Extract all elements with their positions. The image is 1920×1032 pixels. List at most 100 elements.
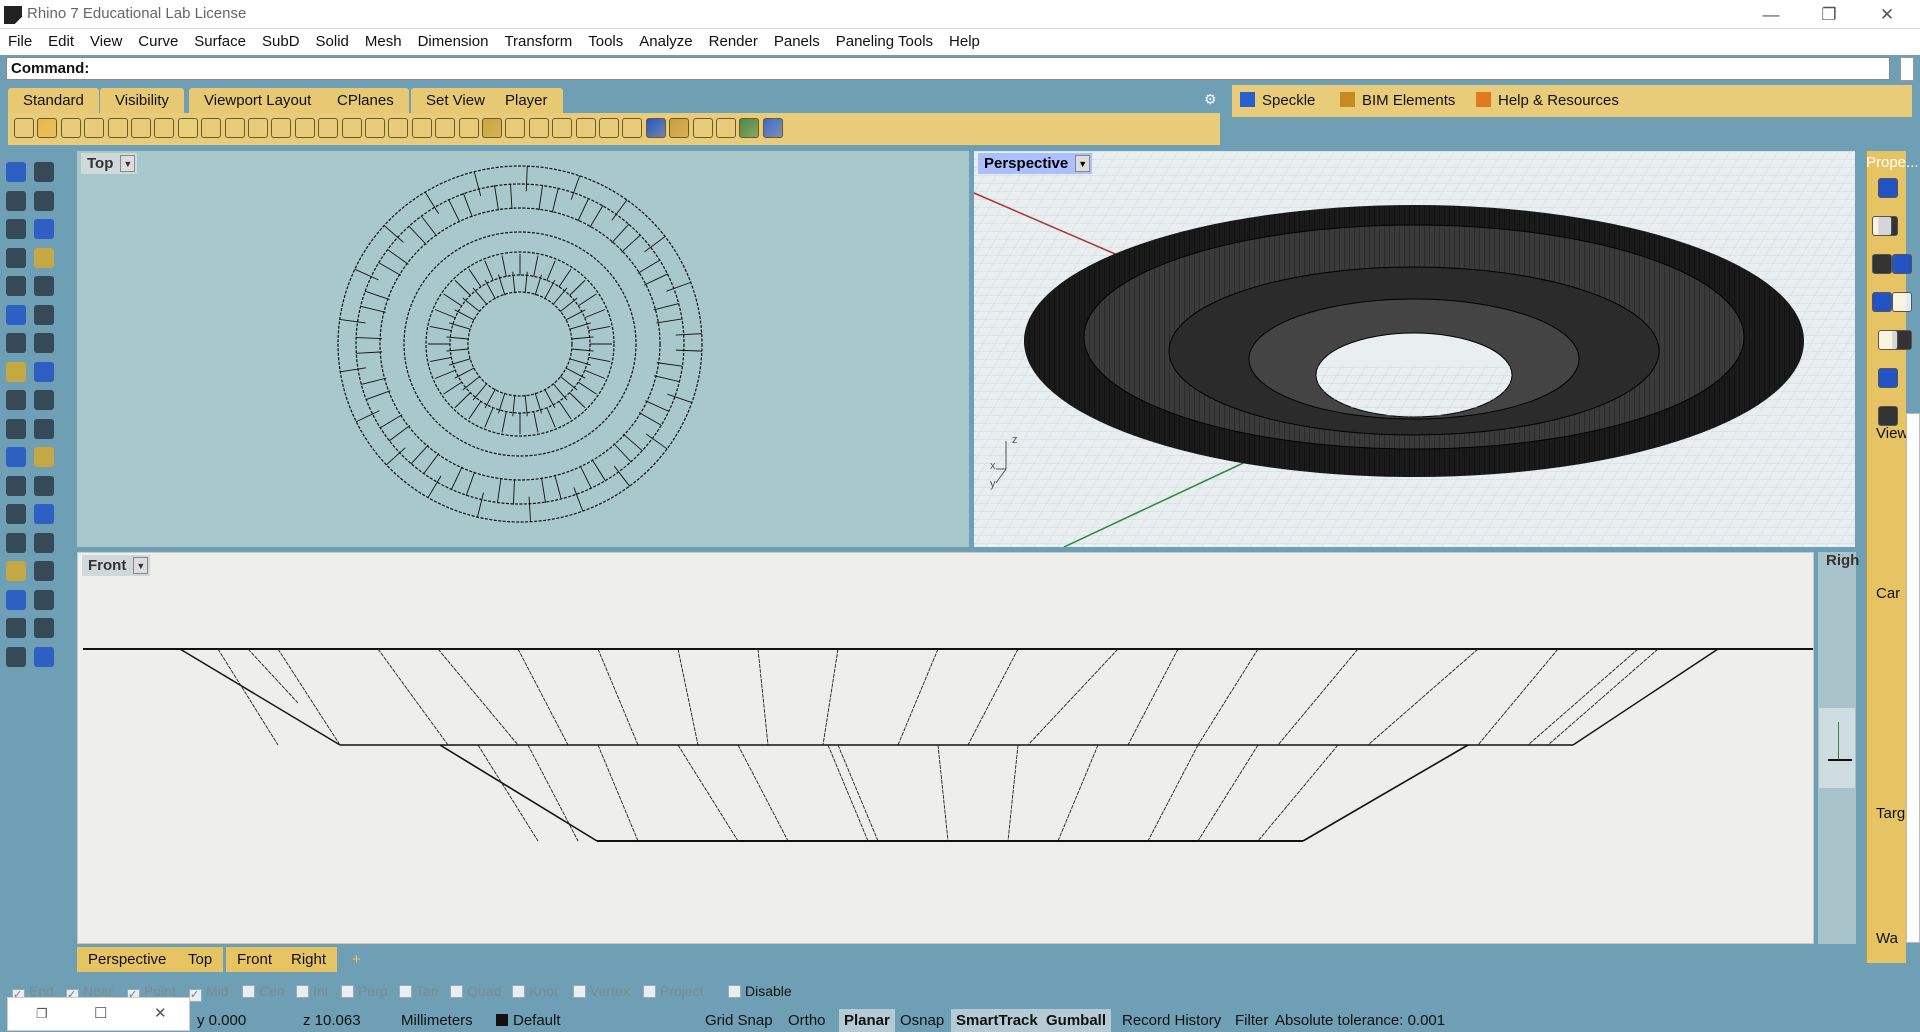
checkbox-icon[interactable]	[399, 985, 412, 998]
print-icon[interactable]	[84, 118, 105, 138]
transform-tool-icon[interactable]	[6, 589, 26, 610]
menu-item-analyze[interactable]: Analyze	[631, 29, 700, 55]
tab-set-view[interactable]: Set View	[411, 88, 500, 113]
checkbox-icon[interactable]	[643, 985, 656, 998]
layer-icon[interactable]	[1872, 216, 1892, 236]
cplane-icon[interactable]	[458, 118, 479, 138]
check-tool-icon[interactable]	[34, 618, 54, 638]
minimize-button[interactable]: —	[1742, 0, 1800, 29]
circle-tool-icon[interactable]	[6, 219, 26, 239]
new-icon[interactable]	[14, 118, 34, 138]
light-icon[interactable]	[505, 118, 526, 138]
osnap-vertex[interactable]: Vertex	[573, 983, 630, 999]
viewport-right[interactable]: Righ	[1818, 552, 1859, 944]
close-button[interactable]: ✕	[1858, 0, 1916, 29]
analyze-tool-icon[interactable]	[6, 618, 26, 638]
extrude-tool-icon[interactable]	[6, 361, 26, 382]
tab-viewport-layout[interactable]: Viewport Layout	[189, 88, 327, 113]
menu-item-file[interactable]: File	[0, 29, 40, 55]
lock-icon[interactable]	[528, 118, 549, 138]
checkbox-icon[interactable]	[728, 985, 741, 998]
trim-tool-icon[interactable]	[6, 418, 26, 439]
osnap-knot[interactable]: Knot	[512, 983, 558, 999]
checkbox-icon[interactable]	[242, 985, 255, 998]
plugin-speckle[interactable]: Speckle	[1240, 92, 1315, 109]
grid-icon[interactable]	[716, 118, 736, 138]
fillet-tool-icon[interactable]	[34, 276, 54, 296]
checkbox-icon[interactable]	[296, 985, 309, 998]
menu-item-tools[interactable]: Tools	[580, 29, 631, 55]
toggle-record-history[interactable]: Record History	[1117, 1009, 1226, 1032]
menu-item-paneling-tools[interactable]: Paneling Tools	[828, 29, 941, 55]
viewport-perspective[interactable]: z xy Perspective ▼	[974, 151, 1855, 547]
units-label[interactable]: Millimeters	[401, 1012, 473, 1029]
menu-item-surface[interactable]: Surface	[186, 29, 254, 55]
tab-player[interactable]: Player	[490, 88, 563, 113]
material-icon[interactable]	[645, 118, 666, 138]
ghost-icon[interactable]	[435, 118, 456, 138]
osnap-disable[interactable]: Disable	[728, 983, 792, 999]
display-icon[interactable]	[1872, 254, 1892, 274]
chevron-down-icon[interactable]: ▼	[133, 557, 149, 574]
split-tool-icon[interactable]	[34, 418, 54, 439]
properties-scrollbar[interactable]	[1906, 413, 1920, 943]
rectangle-tool-icon[interactable]	[34, 247, 54, 268]
viewport-tab-front[interactable]: Front	[226, 947, 284, 972]
camera-icon[interactable]	[1878, 330, 1898, 350]
zoom-selected-icon[interactable]	[341, 118, 362, 138]
checkbox-icon[interactable]	[573, 985, 586, 998]
four-viewports-icon[interactable]	[388, 118, 409, 138]
boolean-tool-icon[interactable]	[34, 333, 54, 353]
toggle-gumball[interactable]: Gumball	[1041, 1009, 1112, 1032]
color-icon[interactable]	[1872, 292, 1892, 312]
notification-icon[interactable]	[1892, 292, 1912, 312]
group-tool-icon[interactable]	[6, 447, 26, 467]
curve-tool-icon[interactable]	[6, 190, 26, 211]
osnap-mid[interactable]: ✓ Mid	[189, 983, 229, 1002]
osnap-quad[interactable]: Quad	[450, 983, 501, 999]
menu-item-solid[interactable]: Solid	[308, 29, 357, 55]
rotate-view-icon[interactable]	[365, 118, 385, 138]
menu-item-subd[interactable]: SubD	[254, 29, 308, 55]
menu-item-mesh[interactable]: Mesh	[357, 29, 410, 55]
chevron-down-icon[interactable]: ▼	[120, 155, 136, 172]
polygon-tool-icon[interactable]	[6, 247, 26, 268]
chevron-down-icon[interactable]: ▼	[1075, 155, 1091, 172]
toggle-filter[interactable]: Filter	[1230, 1009, 1273, 1032]
history-tool-icon[interactable]	[34, 589, 54, 610]
light-tool-icon[interactable]	[34, 646, 54, 667]
loft-tool-icon[interactable]	[34, 304, 54, 325]
menu-item-transform[interactable]: Transform	[496, 29, 580, 55]
import-icon[interactable]	[107, 118, 128, 138]
menu-item-help[interactable]: Help	[941, 29, 988, 55]
box-tool-icon[interactable]	[6, 333, 26, 353]
osnap-tan[interactable]: Tan	[399, 983, 439, 999]
render-tool-icon[interactable]	[6, 646, 26, 667]
toggle-grid-snap[interactable]: Grid Snap	[700, 1009, 778, 1032]
tab-standard[interactable]: Standard	[8, 88, 99, 113]
arc-tool-icon[interactable]	[34, 219, 54, 239]
menu-item-render[interactable]: Render	[701, 29, 766, 55]
save-icon[interactable]	[60, 118, 81, 138]
viewport-top-label[interactable]: Top ▼	[81, 153, 138, 174]
point-tool-icon[interactable]	[34, 162, 54, 182]
paint-icon[interactable]	[669, 118, 690, 138]
toggle-smarttrack[interactable]: SmartTrack	[951, 1009, 1043, 1032]
polyline-tool-icon[interactable]	[34, 190, 54, 211]
tab-cplanes[interactable]: CPlanes	[322, 88, 409, 113]
paste-icon[interactable]	[177, 118, 198, 138]
undo-icon[interactable]	[201, 118, 222, 138]
menu-item-dimension[interactable]: Dimension	[410, 29, 497, 55]
zoom-window-icon[interactable]	[294, 118, 315, 138]
menu-item-edit[interactable]: Edit	[40, 29, 82, 55]
shaded-icon[interactable]	[411, 118, 432, 138]
ungroup-tool-icon[interactable]	[34, 447, 54, 467]
zoom-extents-icon[interactable]	[318, 118, 339, 138]
solid-edit-tool-icon[interactable]	[6, 561, 26, 581]
move-tool-icon[interactable]	[34, 475, 54, 496]
viewport-front[interactable]: Front ▼	[77, 552, 1814, 944]
viewport-tab-top[interactable]: Top	[177, 947, 224, 972]
menu-item-curve[interactable]: Curve	[130, 29, 186, 55]
ellipse-tool-icon[interactable]	[6, 276, 26, 296]
array-tool-icon[interactable]	[6, 532, 26, 553]
